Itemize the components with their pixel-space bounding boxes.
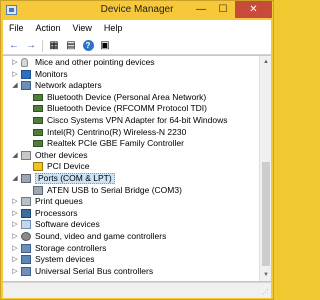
network-card-icon [33, 140, 43, 148]
tree-category[interactable]: ▷ Mice and other pointing devices [3, 57, 259, 68]
software-icon [21, 220, 31, 230]
tree-item-label: PCI Device [47, 161, 90, 172]
network-icon [21, 81, 31, 91]
tree-category[interactable]: ◢ Other devices [3, 150, 259, 161]
scan-icon[interactable]: ▣ [98, 39, 112, 53]
usb-icon [21, 266, 31, 276]
tree-category[interactable]: ▷ Universal Serial Bus controllers [3, 266, 259, 277]
menu-help[interactable]: Help [98, 20, 129, 37]
tree-item-label: Universal Serial Bus controllers [35, 265, 154, 276]
vertical-scrollbar[interactable]: ▲ ▼ [259, 56, 271, 281]
mouse-icon [21, 58, 28, 67]
network-card-icon [33, 117, 43, 124]
help-button[interactable]: ? [81, 39, 95, 53]
tree-item-label: Cisco Systems VPN Adapter for 64-bit Win… [47, 115, 228, 125]
tree-device[interactable]: PCI Device [3, 161, 259, 172]
resize-grip-icon[interactable]: ⋰ [262, 288, 269, 296]
tree-category[interactable]: ◢ Ports (COM & LPT) [3, 173, 259, 184]
tree-category[interactable]: ▷ Software devices [3, 219, 259, 230]
network-card-icon [33, 93, 43, 101]
tree-item-label: Processors [35, 207, 78, 218]
tree-device[interactable]: ATEN USB to Serial Bridge (COM3) [3, 185, 259, 196]
expand-icon[interactable]: ▷ [11, 58, 19, 66]
tree-item-label: Bluetooth Device (RFCOMM Protocol TDI) [47, 103, 207, 114]
tree-item-label: Other devices [35, 149, 88, 160]
status-bar: ⋰ [3, 282, 271, 298]
tree-category[interactable]: ▷ System devices [3, 254, 259, 265]
sound-icon [21, 232, 31, 241]
menu-file[interactable]: File [3, 20, 30, 37]
tree-item-label: Network adapters [35, 80, 102, 91]
expand-icon[interactable]: ▷ [11, 220, 19, 228]
scroll-up-icon[interactable]: ▲ [260, 56, 272, 68]
properties-icon[interactable]: ▦ [47, 39, 61, 53]
network-card-icon [33, 105, 43, 113]
expand-icon[interactable]: ▷ [11, 209, 19, 217]
device-tree[interactable]: ▷ Mice and other pointing devices ▷ Monitor… [3, 56, 259, 281]
device-manager-window: Device Manager — ☐ ✕ File Action View He… [0, 0, 274, 300]
title-bar[interactable]: Device Manager — ☐ ✕ [1, 1, 273, 20]
system-icon [21, 255, 31, 265]
toolbar-separator [42, 39, 43, 52]
network-card-icon [33, 128, 43, 136]
scroll-thumb[interactable] [262, 162, 270, 266]
other-devices-icon [21, 150, 31, 160]
menu-view[interactable]: View [67, 20, 98, 37]
menu-action[interactable]: Action [30, 20, 67, 37]
close-button[interactable]: ✕ [235, 1, 272, 18]
minimize-button[interactable]: — [190, 1, 212, 18]
tree-item-label: Storage controllers [35, 242, 107, 253]
tree-category[interactable]: ▷ Monitors [3, 69, 259, 80]
tree-item-label: Print queues [35, 196, 83, 207]
tree-category[interactable]: ▷ Print queues [3, 196, 259, 207]
tree-device[interactable]: Cisco Systems VPN Adapter for 64-bit Win… [3, 115, 259, 126]
maximize-button[interactable]: ☐ [212, 1, 234, 18]
tree-device[interactable]: Bluetooth Device (RFCOMM Protocol TDI) [3, 103, 259, 114]
toolbar: ← → ▦ ▤ ? ▣ [3, 37, 271, 55]
tree-item-label: Sound, video and game controllers [35, 231, 167, 241]
tree-item-label: Bluetooth Device (Personal Area Network) [47, 91, 207, 102]
collapse-icon[interactable]: ◢ [11, 81, 19, 89]
port-icon [33, 185, 43, 195]
expand-icon[interactable]: ▷ [11, 232, 19, 240]
expand-icon[interactable]: ▷ [11, 244, 19, 252]
expand-icon[interactable]: ▷ [11, 197, 19, 205]
warning-device-icon [33, 162, 43, 172]
tree-category[interactable]: ◢ Network adapters [3, 80, 259, 91]
tree-category[interactable]: ▷ Storage controllers [3, 243, 259, 254]
tree-device[interactable]: Bluetooth Device (Personal Area Network) [3, 92, 259, 103]
tree-category[interactable]: ▷ Processors [3, 208, 259, 219]
tree-item-label: ATEN USB to Serial Bridge (COM3) [47, 184, 182, 195]
printer-icon [21, 197, 31, 207]
expand-icon[interactable]: ▷ [11, 70, 19, 78]
tree-item-label: Intel(R) Centrino(R) Wireless-N 2230 [47, 126, 187, 137]
storage-icon [21, 243, 31, 253]
collapse-icon[interactable]: ◢ [11, 151, 19, 159]
tree-category[interactable]: ▷ Sound, video and game controllers [3, 231, 259, 242]
forward-icon[interactable]: → [24, 39, 38, 53]
tree-item-label: Software devices [35, 219, 100, 230]
tree-item-label: Ports (COM & LPT) [35, 173, 115, 184]
tree-device[interactable]: Realtek PCIe GBE Family Controller [3, 138, 259, 149]
show-hidden-icon[interactable]: ▤ [64, 39, 78, 53]
tree-item-label: System devices [35, 254, 95, 265]
collapse-icon[interactable]: ◢ [11, 174, 19, 182]
tree-item-label: Realtek PCIe GBE Family Controller [47, 138, 184, 149]
expand-icon[interactable]: ▷ [11, 255, 19, 263]
tree-item-label: Monitors [35, 68, 68, 79]
expand-icon[interactable]: ▷ [11, 267, 19, 275]
tree-device[interactable]: Intel(R) Centrino(R) Wireless-N 2230 [3, 127, 259, 138]
scroll-down-icon[interactable]: ▼ [260, 269, 272, 281]
processor-icon [21, 208, 31, 218]
help-icon: ? [82, 40, 94, 51]
menu-bar: File Action View Help [3, 20, 271, 37]
monitor-icon [21, 69, 31, 79]
port-icon [21, 174, 31, 183]
tree-item-label: Mice and other pointing devices [35, 57, 155, 67]
back-icon[interactable]: ← [7, 39, 21, 53]
